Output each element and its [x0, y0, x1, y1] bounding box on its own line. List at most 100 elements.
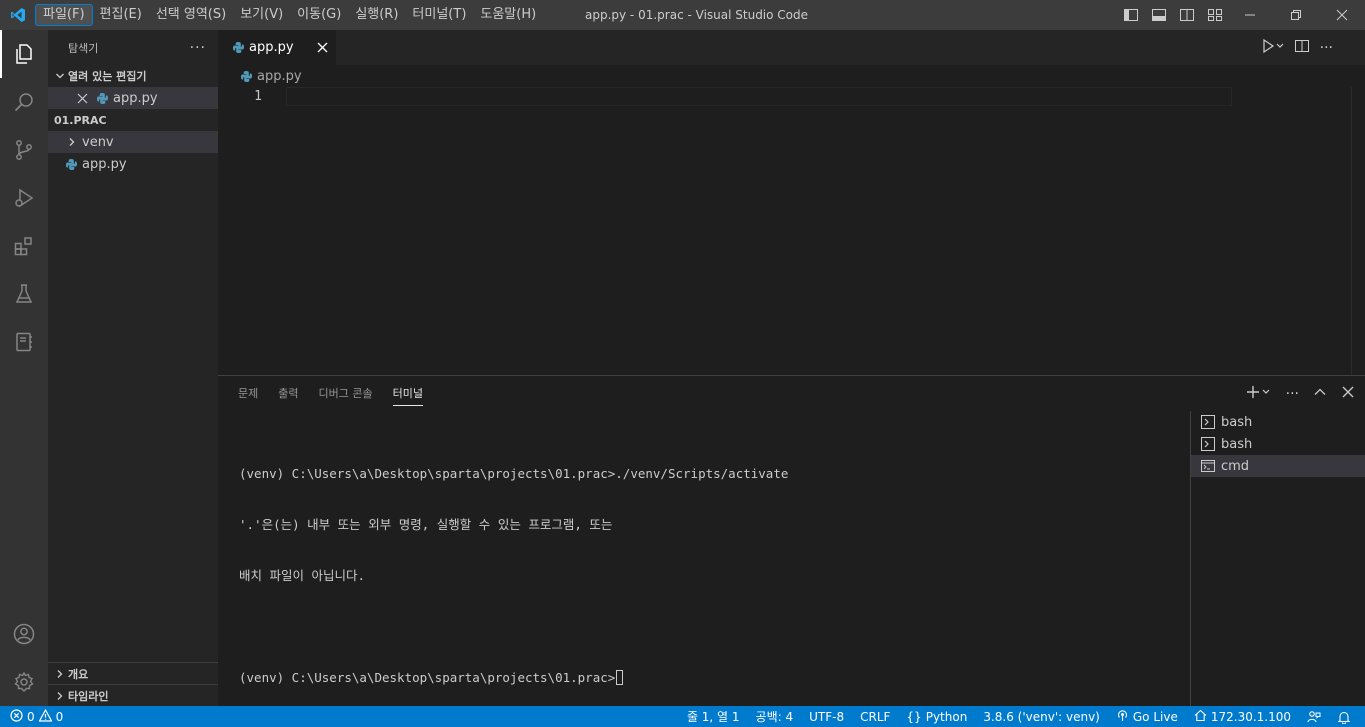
terminal-icon [1201, 415, 1215, 429]
minimize-icon[interactable] [1227, 0, 1273, 30]
tree-item-label: app.py [82, 156, 127, 172]
feedback-icon[interactable] [1299, 706, 1329, 727]
toggle-panel-icon[interactable] [1149, 5, 1169, 25]
broadcast-icon [1116, 709, 1129, 725]
close-tab-icon[interactable] [314, 39, 330, 55]
customize-layout-icon[interactable] [1205, 5, 1225, 25]
tree-item-label: venv [82, 134, 114, 150]
terminal-output[interactable]: (venv) C:\Users\a\Desktop\sparta\project… [239, 431, 788, 720]
terminal-item-label: bash [1221, 414, 1253, 430]
folder-section[interactable]: 01.PRAC [48, 109, 218, 131]
warning-count: 0 [55, 709, 64, 724]
problems-indicator[interactable]: 0 0 [0, 706, 63, 727]
menu-help[interactable]: 도움말(H) [473, 4, 543, 26]
explorer-sidebar: 탐색기 ··· 열려 있는 편집기 app.py 01.PRAC venv ap… [48, 30, 218, 706]
current-line-highlight [286, 87, 1232, 106]
settings-gear-icon[interactable] [0, 658, 48, 706]
menu-selection[interactable]: 선택 영역(S) [149, 4, 233, 26]
bottom-panel: 문제 출력 디버그 콘솔 터미널 ··· (venv) C:\Users\a\D… [218, 375, 1365, 707]
python-file-icon [94, 90, 110, 106]
sidebar-title: 탐색기 [68, 41, 99, 55]
more-actions-icon[interactable]: ··· [1286, 386, 1299, 402]
tab-output[interactable]: 출력 [268, 376, 308, 411]
menu-view[interactable]: 보기(V) [233, 4, 290, 26]
end-of-line[interactable]: CRLF [852, 706, 898, 727]
account-icon[interactable] [0, 610, 48, 658]
code-editor[interactable]: 1 [218, 87, 1365, 375]
notebook-icon[interactable] [0, 318, 48, 366]
terminal-line: '.'은(는) 내부 또는 외부 명령, 실행할 수 있는 프로그램, 또는 [239, 517, 613, 532]
open-editors-label: 열려 있는 편집기 [68, 70, 147, 83]
python-interpreter[interactable]: 3.8.6 ('venv': venv) [975, 706, 1108, 727]
run-python-file-icon[interactable] [1262, 38, 1284, 58]
warning-icon [38, 708, 53, 725]
close-window-icon[interactable] [1319, 0, 1365, 30]
toggle-secondary-sidebar-icon[interactable] [1177, 5, 1197, 25]
terminal-item-cmd[interactable]: cmd [1191, 455, 1365, 477]
notifications-bell-icon[interactable] [1329, 706, 1359, 727]
chevron-right-icon [52, 688, 68, 704]
terminal-item-bash[interactable]: bash [1191, 433, 1365, 455]
timeline-label: 타임라인 [68, 689, 109, 703]
terminal-item-label: cmd [1221, 458, 1250, 474]
open-editors-section[interactable]: 열려 있는 편집기 [48, 65, 218, 87]
more-actions-icon[interactable]: ··· [1320, 40, 1333, 56]
terminal-prompt-line: (venv) C:\Users\a\Desktop\sparta\project… [239, 669, 788, 686]
python-file-icon [63, 156, 79, 172]
python-file-icon [238, 68, 254, 84]
breadcrumb-item[interactable]: app.py [257, 69, 302, 84]
menu-edit[interactable]: 편집(E) [93, 4, 149, 26]
tree-item-venv[interactable]: venv [48, 131, 218, 153]
language-mode[interactable]: {} Python [898, 706, 975, 727]
tab-terminal[interactable]: 터미널 [383, 376, 433, 411]
status-bar: 0 0 줄 1, 열 1 공백: 4 UTF-8 CRLF {} Python … [0, 706, 1365, 727]
close-editor-icon[interactable] [74, 90, 90, 106]
terminal-line: (venv) C:\Users\a\Desktop\sparta\project… [239, 466, 789, 481]
terminal-item-label: bash [1221, 436, 1253, 452]
explorer-icon[interactable] [0, 30, 48, 78]
timeline-section[interactable]: 타임라인 [48, 684, 218, 706]
indentation[interactable]: 공백: 4 [748, 706, 802, 727]
menu-go[interactable]: 이동(G) [290, 4, 348, 26]
sidebar-bottom-sections: 개요 타임라인 [48, 662, 218, 706]
run-debug-icon[interactable] [0, 174, 48, 222]
outline-section[interactable]: 개요 [48, 662, 218, 684]
toggle-primary-sidebar-icon[interactable] [1121, 5, 1141, 25]
tab-problems[interactable]: 문제 [228, 376, 268, 411]
extensions-icon[interactable] [0, 222, 48, 270]
chevron-right-icon [64, 134, 80, 150]
testing-icon[interactable] [0, 270, 48, 318]
tab-label: app.py [249, 40, 294, 55]
menu-file[interactable]: 파일(F) [35, 4, 93, 26]
go-live-button[interactable]: Go Live [1108, 706, 1186, 727]
terminal-item-bash[interactable]: bash [1191, 411, 1365, 433]
cursor-position[interactable]: 줄 1, 열 1 [679, 706, 748, 727]
tab-app-py[interactable]: app.py [218, 30, 336, 65]
menu-run[interactable]: 실행(R) [348, 4, 405, 26]
python-file-icon [230, 40, 246, 56]
tab-debug-console[interactable]: 디버그 콘솔 [309, 376, 383, 411]
title-bar: 파일(F) 편집(E) 선택 영역(S) 보기(V) 이동(G) 실행(R) 터… [0, 0, 1365, 30]
search-icon[interactable] [0, 78, 48, 126]
remote-host[interactable]: 172.30.1.100 [1186, 706, 1299, 727]
open-editor-label: app.py [113, 90, 158, 106]
source-control-icon[interactable] [0, 126, 48, 174]
split-editor-icon[interactable] [1294, 38, 1310, 58]
tree-item-app-py[interactable]: app.py [48, 153, 218, 175]
terminal-line: 배치 파일이 아닙니다. [239, 568, 366, 583]
go-live-label: Go Live [1132, 709, 1178, 724]
window-title: app.py - 01.prac - Visual Studio Code [585, 8, 809, 22]
open-editor-item[interactable]: app.py [48, 87, 218, 109]
more-actions-button[interactable]: ··· [190, 40, 206, 56]
close-panel-icon[interactable] [1341, 385, 1355, 403]
encoding[interactable]: UTF-8 [801, 706, 852, 727]
status-bar-right: 줄 1, 열 1 공백: 4 UTF-8 CRLF {} Python 3.8.… [679, 706, 1359, 727]
restore-icon[interactable] [1273, 0, 1319, 30]
panel-actions: ··· [1246, 376, 1355, 411]
new-terminal-icon[interactable] [1246, 384, 1272, 404]
maximize-panel-icon[interactable] [1313, 385, 1327, 403]
cmd-terminal-icon [1201, 459, 1215, 473]
home-icon [1194, 709, 1207, 725]
menu-terminal[interactable]: 터미널(T) [405, 4, 473, 26]
